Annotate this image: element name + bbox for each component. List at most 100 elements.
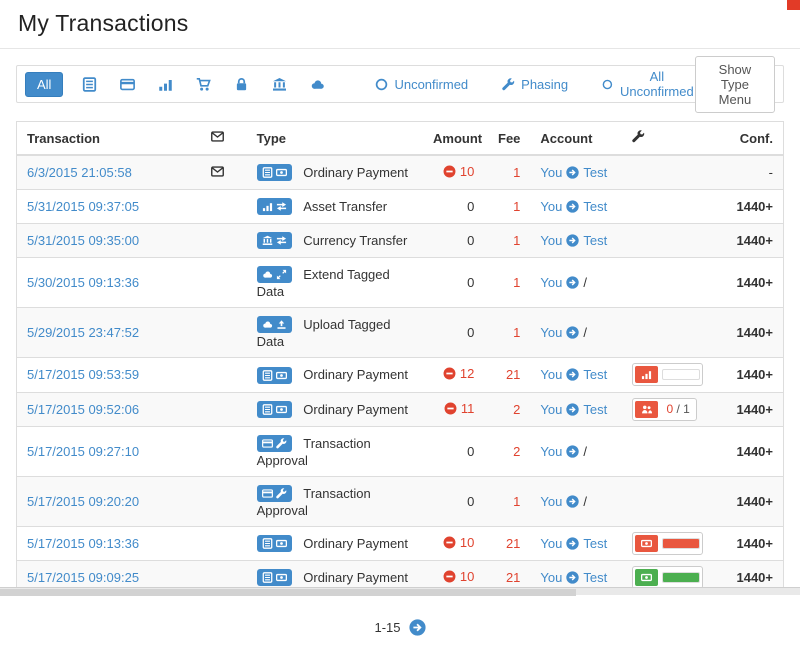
amount: 0 [467,199,474,214]
account-to-link[interactable]: Test [583,199,607,214]
account-to-link[interactable]: Test [583,165,607,180]
minus-circle-icon [443,165,456,178]
fee-value: 21 [506,570,520,585]
arrow-right-circle-icon [409,619,426,636]
transactions-content: All Unconfirmed Phasing All Unconfirmed … [0,49,800,652]
transaction-row: 5/30/2015 09:13:36 Extend Tagged Data 0 … [17,258,784,308]
confirmations-value: - [769,165,773,180]
col-account: Account [530,122,622,156]
radio-circle-icon [375,78,388,91]
account: You Test [540,536,607,551]
account-from-link[interactable]: You [540,165,562,180]
transaction-date-link[interactable]: 5/17/2015 09:09:25 [27,570,139,585]
filter-asset-exchange-button[interactable] [156,75,175,94]
phasing-badge [635,401,658,418]
amount: 11 [444,401,475,416]
transaction-row: 5/17/2015 09:27:10 Transaction Approval … [17,426,784,476]
account-to-link[interactable]: Test [583,367,607,382]
filter-all-unconfirmed-label: All Unconfirmed [619,69,695,99]
money-icon [276,538,287,549]
transaction-type-label: Ordinary Payment [303,536,408,551]
filter-tagged-data-button[interactable] [308,75,327,94]
transaction-type-badge [257,485,292,502]
account-from-link[interactable]: You [540,570,562,585]
transaction-date-link[interactable]: 5/31/2015 09:37:05 [27,199,139,214]
account-from-link[interactable]: You [540,275,562,290]
transaction-type-badge [257,316,292,333]
people-icon [641,404,652,415]
account-from-link[interactable]: You [540,536,562,551]
transaction-type-badge [257,232,292,249]
col-message [201,122,247,156]
transaction-date-link[interactable]: 5/17/2015 09:20:20 [27,494,139,509]
filter-monetary-system-button[interactable] [270,75,289,94]
confirmations-value: 1440+ [736,494,773,509]
filter-marketplace-button[interactable] [194,75,213,94]
transfer-icon [276,235,287,246]
transaction-date-link[interactable]: 5/17/2015 09:27:10 [27,444,139,459]
wrench-icon [502,78,515,91]
filter-payments-button[interactable] [80,75,99,94]
account-from-link[interactable]: You [540,233,562,248]
card-icon [120,77,135,92]
transaction-date-link[interactable]: 6/3/2015 21:05:58 [27,165,132,180]
transaction-type-label: Ordinary Payment [303,402,408,417]
transaction-type-badge [257,198,292,215]
filter-account-control-button[interactable] [232,75,251,94]
money-icon [276,404,287,415]
arrow-right-circle-icon [566,537,579,550]
account-from-link[interactable]: You [540,367,562,382]
next-page-button[interactable] [409,619,426,636]
transaction-type-badge [257,569,292,586]
confirmations-value: 1440+ [736,367,773,382]
account: You Test [540,570,607,585]
transaction-date-link[interactable]: 5/17/2015 09:13:36 [27,536,139,551]
transaction-date-link[interactable]: 5/29/2015 23:47:52 [27,325,139,340]
bank-icon [272,77,287,92]
confirmations-value: 1440+ [736,536,773,551]
account-from-link[interactable]: You [540,494,562,509]
fee-value: 1 [513,275,520,290]
arrow-right-circle-icon [566,200,579,213]
filter-messages-button[interactable] [118,75,137,94]
account: You Test [540,165,607,180]
phasing-badge [635,535,658,552]
account: You Test [540,402,607,417]
transaction-date-link[interactable]: 5/30/2015 09:13:36 [27,275,139,290]
amount: 0 [467,494,474,509]
account-from-link[interactable]: You [540,444,562,459]
account-from-link[interactable]: You [540,325,562,340]
account-to-link[interactable]: Test [583,402,607,417]
fee-value: 1 [513,325,520,340]
amount-value: 0 [467,275,474,290]
fee-value: 2 [513,402,520,417]
transaction-type-badge [257,164,292,181]
amount: 0 [467,275,474,290]
filter-unconfirmed-button[interactable]: Unconfirmed [375,77,468,92]
filter-phasing-button[interactable]: Phasing [502,77,568,92]
filter-all-unconfirmed-button[interactable]: All Unconfirmed [602,69,695,99]
transaction-date-link[interactable]: 5/17/2015 09:52:06 [27,402,139,417]
show-type-menu-button[interactable]: Show Type Menu [695,56,775,113]
amount-value: 0 [467,325,474,340]
account-to-link[interactable]: Test [583,536,607,551]
transaction-date-link[interactable]: 5/31/2015 09:35:00 [27,233,139,248]
minus-circle-icon [443,367,456,380]
amount: 12 [443,366,474,381]
confirmations-value: 1440+ [736,570,773,585]
transfer-icon [276,201,287,212]
transaction-type-badge [257,266,292,283]
account-to-link[interactable]: Test [583,233,607,248]
horizontal-scrollbar[interactable] [0,587,800,595]
transaction-row: 5/31/2015 09:35:00 Currency Transfer 0 1… [17,224,784,258]
transaction-type-label: Ordinary Payment [303,165,408,180]
account-from-link[interactable]: You [540,402,562,417]
transaction-type-badge [257,535,292,552]
transaction-date-link[interactable]: 5/17/2015 09:53:59 [27,367,139,382]
phasing-progress-bar [662,572,700,583]
signal-icon [262,201,273,212]
table-header-row: Transaction Type Amount Fee Account Conf… [17,122,784,156]
filter-all-button[interactable]: All [25,72,63,97]
account-from-link[interactable]: You [540,199,562,214]
account-to-link[interactable]: Test [583,570,607,585]
